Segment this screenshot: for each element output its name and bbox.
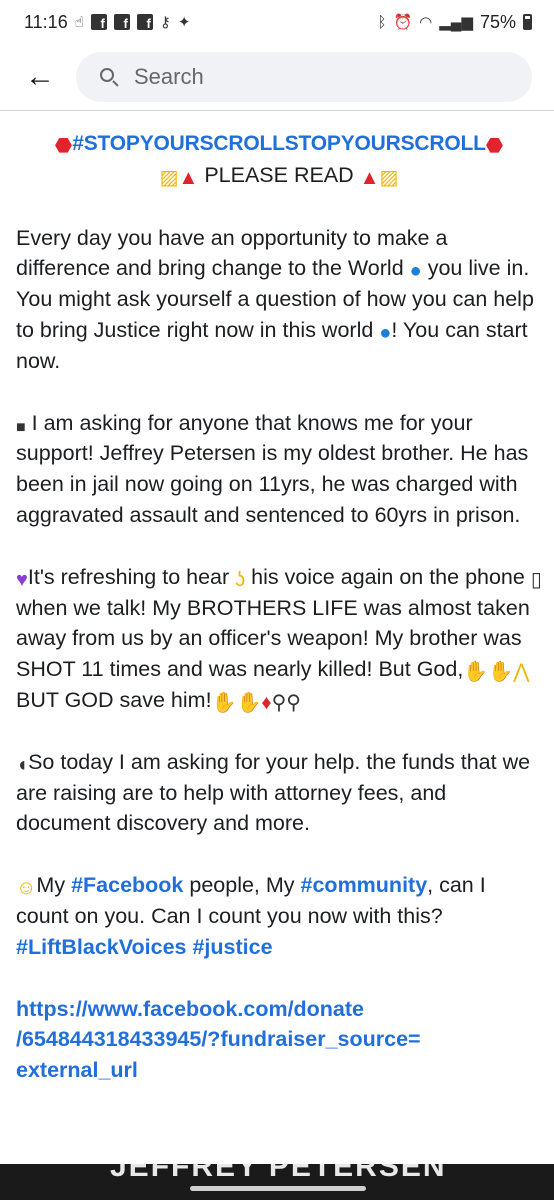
battery-percent: 75% <box>479 11 516 32</box>
back-arrow-icon: ← <box>25 60 55 93</box>
post-paragraph-5: ☺My #Facebook people, My #community, can… <box>16 873 486 959</box>
police-light-icon: ▲ <box>359 166 380 189</box>
please-read-text: PLEASE READ <box>204 162 354 187</box>
hashtag-community[interactable]: #community <box>301 873 428 897</box>
battery-icon <box>523 14 532 30</box>
construction-sign-icon: ▨ <box>379 166 399 189</box>
home-indicator[interactable] <box>190 1186 366 1191</box>
speaking-head-icon: ◖ <box>16 753 29 776</box>
donate-link-line-3[interactable]: external_url <box>16 1058 138 1082</box>
header-divider <box>0 110 554 111</box>
clapping-hands-icon: ✋ <box>463 661 489 684</box>
search-icon <box>98 66 120 88</box>
family-icon: ☺ <box>16 877 37 900</box>
status-bar-left: 11:16 ☝ f f f ⚷ ✦ <box>24 12 190 33</box>
praying-hands-icon: ⋀ <box>513 661 530 684</box>
donate-link-line-2[interactable]: /654844318433945/?fundraiser_source= <box>16 1027 421 1051</box>
hashtag-stopyourscroll[interactable]: #STOPYOURSCROLLSTOPYOURSCROLL <box>72 132 486 155</box>
donate-link-line-1[interactable]: https://www.facebook.com/donate <box>16 997 364 1021</box>
globe-icon: ● <box>409 260 422 283</box>
facebook-notification-icon: f <box>113 14 130 30</box>
search-placeholder: Search <box>134 64 204 89</box>
globe-icon: ● <box>379 321 392 344</box>
donate-link[interactable]: https://www.facebook.com/donate /6548443… <box>16 994 542 1086</box>
back-button[interactable]: ← <box>24 60 56 93</box>
police-light-icon: ▲ <box>178 166 199 189</box>
twitter-notification-icon: ✦ <box>177 14 191 31</box>
signal-icon: ▂▄▆ <box>439 14 473 31</box>
post-paragraph-3: ♥It's refreshing to hear ʖ his voice aga… <box>16 564 542 714</box>
wifi-icon: ◠ <box>419 14 433 31</box>
search-bar[interactable]: Search <box>76 52 532 102</box>
status-bar-right: ᛒ ⏰ ◠ ▂▄▆ 75% <box>377 12 532 33</box>
post-paragraph-2: ■ I am asking for anyone that knows me f… <box>16 410 529 527</box>
facebook-notification-icon: f <box>90 14 107 30</box>
stop-sign-icon: ⬣ <box>54 135 73 157</box>
construction-sign-icon: ▨ <box>159 166 179 189</box>
post-image[interactable]: JEFFREY PETERSEN <box>0 1164 554 1200</box>
key-notification-icon: ⚷ <box>159 14 171 31</box>
stop-sign-icon: ⬣ <box>485 135 504 157</box>
black-square-icon: ■ <box>16 418 26 436</box>
clapping-hands-icon: ✋ <box>488 661 514 684</box>
dancer-icon: ♦ <box>261 691 272 714</box>
hashtag-justice[interactable]: #justice <box>192 935 272 959</box>
mobile-phone-icon: ▯ <box>530 568 542 591</box>
facebook-notification-icon: f <box>136 14 153 30</box>
post-paragraph-1: Every day you have an opportunity to mak… <box>16 225 534 373</box>
hashtag-liftblackvoices[interactable]: #LiftBlackVoices <box>16 935 186 959</box>
hashtag-facebook[interactable]: #Facebook <box>71 873 183 897</box>
post-body: ⬣#STOPYOURSCROLLSTOPYOURSCROLL⬣ ▨▲ PLEAS… <box>16 128 542 1086</box>
running-person-icon: ⚲ <box>286 691 301 714</box>
post-image-caption: JEFFREY PETERSEN <box>110 1164 447 1183</box>
post-paragraph-4: ◖So today I am asking for your help. the… <box>16 749 531 836</box>
raised-hands-icon: ✋ <box>211 691 237 714</box>
top-bar: ← Search <box>0 48 554 106</box>
walking-person-icon: ⚲ <box>271 691 287 714</box>
raised-hands-icon: ✋ <box>236 691 262 714</box>
status-time: 11:16 <box>24 11 68 32</box>
purple-heart-icon: ♥ <box>16 568 28 591</box>
bluetooth-icon: ᛒ <box>377 13 387 31</box>
status-bar: 11:16 ☝ f f f ⚷ ✦ ᛒ ⏰ ◠ ▂▄▆ 75% <box>0 0 554 44</box>
ear-icon: ʖ <box>235 568 246 591</box>
hand-notification-icon: ☝ <box>74 14 84 31</box>
alarm-icon: ⏰ <box>393 14 413 31</box>
post-title-line: ⬣#STOPYOURSCROLLSTOPYOURSCROLL⬣ <box>16 128 542 160</box>
please-read-line: ▨▲ PLEASE READ ▲▨ <box>16 160 542 191</box>
